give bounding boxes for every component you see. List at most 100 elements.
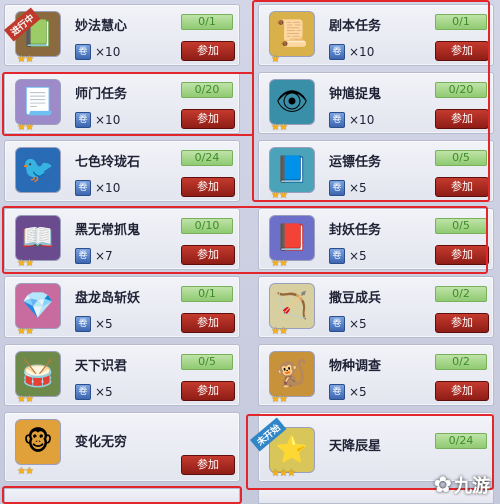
gem-icon: 💎 [15,283,61,329]
task-card-heiwuchang: 📖 ★★ 黑无常抓鬼 0/10 卷 ×7 参加 [4,208,240,270]
bird-icon: 🐦 [15,147,61,193]
task-card-tianxia: 🥁 ★★ 天下识君 0/5 卷 ×5 参加 [4,344,240,406]
monkey-king-icon: 🐵 [15,419,61,465]
task-name: 妙法慧心 [75,19,128,34]
star-rating: ★★ [17,122,34,133]
task-progress: 0/20 [181,82,233,98]
task-card-fengyao: 📕 ★★ 封妖任务 0/5 卷 ×5 参加 [258,208,494,270]
drum-icon: 🥁 [15,351,61,397]
reward-scroll-icon: 卷 [75,248,91,264]
task-reward: 卷 ×5 [329,316,367,332]
task-reward: 卷 ×5 [329,248,367,264]
reward-scroll-icon: 卷 [329,180,345,196]
task-card-bianhua: 🐵 ★★ 变化无穷 参加 [4,412,240,482]
site-watermark: ✿ 九游 [434,472,490,498]
reward-scroll-icon: 卷 [329,112,345,128]
star-rating: ★★★ [271,468,296,479]
reward-scroll-icon: 卷 [75,384,91,400]
star-rating: ★★ [17,258,34,269]
task-progress: 0/20 [435,82,487,98]
reward-count: ×5 [95,317,113,331]
task-reward: 卷 ×10 [75,44,120,60]
reward-count: ×10 [95,113,121,127]
join-button[interactable]: 参加 [181,245,235,265]
task-progress: 0/5 [435,150,487,166]
reward-scroll-icon: 卷 [329,316,345,332]
star-rating: ★★ [271,258,288,269]
task-progress: 0/10 [181,218,233,234]
activity-board: 📗 ★★ 妙法慧心 0/1 卷 ×10 参加 进行中 📜 ★ 剧本任务 0/1 … [0,0,500,504]
reward-count: ×10 [95,45,121,59]
reward-count: ×5 [349,385,367,399]
task-name: 钟馗捉鬼 [329,87,382,102]
task-card-partial-left [4,488,240,504]
task-name: 封妖任务 [329,223,382,238]
task-reward: 卷 ×10 [75,180,120,196]
join-button[interactable]: 参加 [435,109,489,129]
task-card-shimen: 📃 ★★ 师门任务 0/20 卷 ×10 参加 [4,72,240,134]
reward-scroll-icon: 卷 [329,248,345,264]
join-button[interactable]: 参加 [435,313,489,333]
join-button[interactable]: 参加 [181,41,235,61]
task-progress: 0/24 [435,433,487,449]
star-rating: ★ [271,54,280,65]
reward-count: ×10 [349,45,375,59]
bow-icon: 🏹 [269,283,315,329]
task-card-wuzhong: 🐒 ★★ 物种调查 0/2 卷 ×5 参加 [258,344,494,406]
task-progress: 0/1 [181,286,233,302]
task-progress: 0/5 [435,218,487,234]
star-rating: ★★ [271,190,288,201]
book-icon: 📕 [269,215,315,261]
task-reward: 卷 ×10 [75,112,120,128]
task-reward: 卷 ×5 [75,384,113,400]
reward-scroll-icon: 卷 [329,384,345,400]
task-progress: 0/2 [435,286,487,302]
task-reward: 卷 ×10 [329,112,374,128]
task-progress: 0/1 [181,14,233,30]
join-button[interactable]: 参加 [181,109,235,129]
eye-icon: 👁 [269,79,315,125]
reward-count: ×7 [95,249,113,263]
task-reward: 卷 ×5 [75,316,113,332]
task-name: 撒豆成兵 [329,291,382,306]
scroll-icon: 📃 [15,79,61,125]
star-rating: ★★ [17,394,34,405]
join-button[interactable]: 参加 [435,177,489,197]
star-rating: ★★ [271,326,288,337]
star-rating: ★★ [17,54,34,65]
book-icon: 📖 [15,215,61,261]
reward-scroll-icon: 卷 [75,180,91,196]
reward-count: ×5 [349,317,367,331]
task-name: 运镖任务 [329,155,382,170]
join-button[interactable]: 参加 [435,41,489,61]
book-icon: 📘 [269,147,315,193]
join-button[interactable]: 参加 [181,313,235,333]
task-name: 盘龙岛斩妖 [75,291,141,306]
join-button[interactable]: 参加 [181,455,235,475]
task-progress: 0/5 [181,354,233,370]
reward-count: ×10 [349,113,375,127]
task-name: 物种调查 [329,359,382,374]
watermark-text: 九游 [454,476,490,497]
task-name: 师门任务 [75,87,128,102]
star-rating: ★★ [17,466,34,477]
join-button[interactable]: 参加 [435,381,489,401]
task-name: 天降辰星 [329,439,382,454]
task-name: 黑无常抓鬼 [75,223,141,238]
task-card-zhongkui: 👁 ★★ 钟馗捉鬼 0/20 卷 ×10 参加 [258,72,494,134]
scroll-icon: 📜 [269,11,315,57]
join-button[interactable]: 参加 [181,177,235,197]
star-rating: ★★ [271,394,288,405]
task-card-miaofa: 📗 ★★ 妙法慧心 0/1 卷 ×10 参加 [4,4,240,66]
task-card-sadou: 🏹 ★★ 撒豆成兵 0/2 卷 ×5 参加 [258,276,494,338]
reward-scroll-icon: 卷 [75,316,91,332]
task-card-qise: 🐦 七色玲珑石 0/24 卷 ×10 参加 [4,140,240,202]
join-button[interactable]: 参加 [181,381,235,401]
task-name: 剧本任务 [329,19,382,34]
star-rating: ★★ [271,122,288,133]
task-card-panlong: 💎 ★★ 盘龙岛斩妖 0/1 卷 ×5 参加 [4,276,240,338]
task-reward: 卷 ×7 [75,248,113,264]
join-button[interactable]: 参加 [435,245,489,265]
task-reward: 卷 ×10 [329,44,374,60]
task-progress: 0/2 [435,354,487,370]
